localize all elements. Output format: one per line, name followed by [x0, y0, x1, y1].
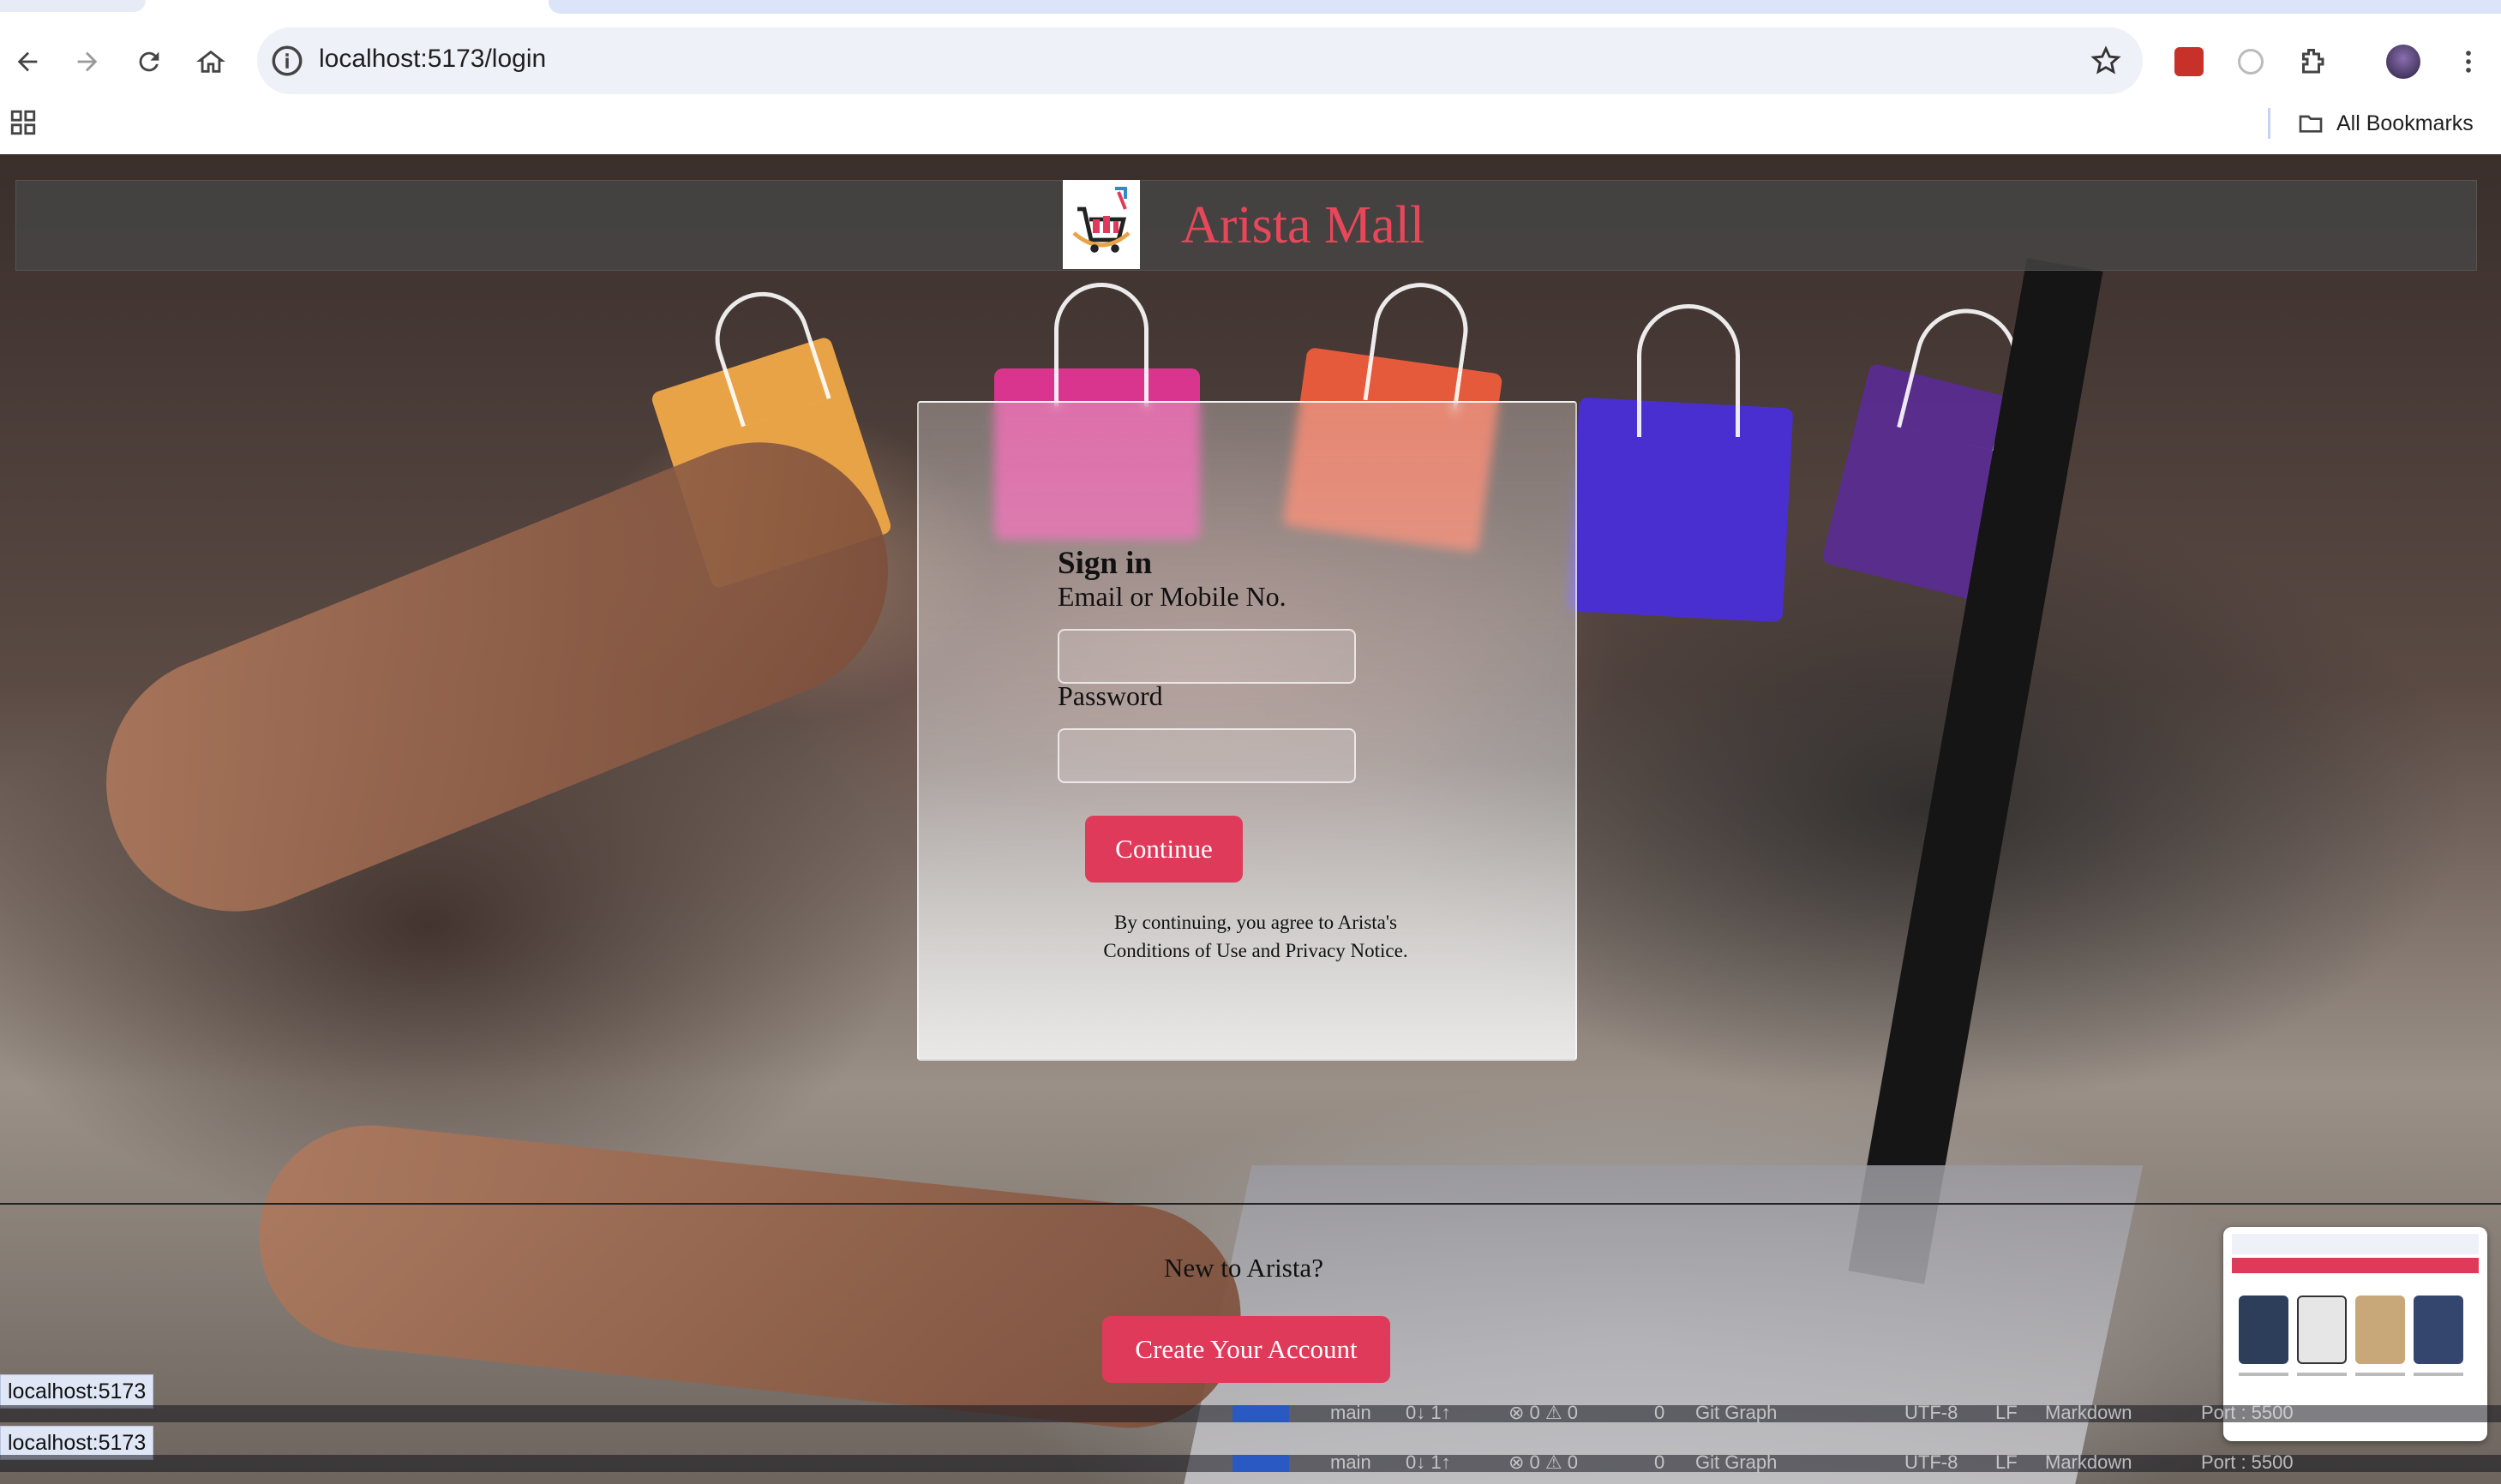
folder-icon	[2299, 115, 2323, 133]
terms-notice: By continuing, you agree to Arista's Con…	[1005, 908, 1507, 965]
all-bookmarks-button[interactable]: All Bookmarks	[2297, 110, 2474, 137]
git-graph-label[interactable]: Git Graph	[1695, 1451, 1777, 1474]
site-info-icon[interactable]	[269, 43, 305, 79]
branch-label[interactable]: main	[1330, 1402, 1371, 1424]
thumb-sweater	[2414, 1296, 2463, 1364]
login-page: Arista Mall Sign in Email or Mobile No. …	[0, 154, 2501, 1484]
eol-label[interactable]: LF	[1995, 1451, 2018, 1474]
sync-status[interactable]: 0↓ 1↑	[1406, 1402, 1451, 1424]
home-icon	[196, 50, 225, 73]
thumb-backpack	[2239, 1296, 2288, 1364]
browser-toolbar: localhost:5173/login	[0, 15, 2501, 108]
password-label: Password	[1058, 680, 1163, 711]
email-field[interactable]	[1058, 629, 1356, 684]
forward-button[interactable]	[63, 38, 111, 86]
password-field[interactable]	[1058, 728, 1356, 783]
git-graph-label[interactable]: Git Graph	[1695, 1402, 1777, 1424]
bag-handle-graphic	[1637, 304, 1740, 437]
thumb-tee	[2297, 1296, 2347, 1364]
address-bar[interactable]: localhost:5173/login	[257, 27, 2143, 94]
language-label[interactable]: Markdown	[2045, 1402, 2132, 1424]
bag-handle-graphic	[1363, 277, 1474, 413]
ports-count[interactable]: 0	[1654, 1402, 1664, 1424]
active-tab[interactable]	[0, 0, 146, 12]
remote-indicator[interactable]	[1233, 1455, 1289, 1472]
terms-line-2: Conditions of Use and Privacy Notice.	[1103, 940, 1408, 961]
signin-card: Sign in Email or Mobile No. Password Con…	[917, 401, 1577, 1061]
arrow-left-icon	[17, 51, 38, 72]
bookmark-star-icon[interactable]	[2090, 45, 2122, 77]
extensions-puzzle-icon[interactable]	[2288, 38, 2336, 86]
url-text[interactable]: localhost:5173/login	[319, 45, 546, 74]
tab-strip	[0, 0, 2501, 15]
status-url-tooltip: localhost:5173	[0, 1374, 154, 1409]
arrow-right-icon	[77, 51, 98, 72]
terms-line-1: By continuing, you agree to Arista's	[1114, 912, 1397, 933]
create-account-button[interactable]: Create Your Account	[1102, 1316, 1390, 1383]
new-to-arista-text: New to Arista?	[1164, 1253, 1323, 1283]
hand-graphic	[67, 404, 927, 950]
signin-title: Sign in	[1058, 546, 1153, 581]
problems-status[interactable]: ⊗ 0 ⚠ 0	[1508, 1402, 1578, 1424]
inactive-tab-area[interactable]	[549, 0, 2501, 14]
profile-avatar[interactable]	[2379, 38, 2427, 86]
brand-name[interactable]: Arista Mall	[1181, 195, 1424, 256]
branch-label[interactable]: main	[1330, 1451, 1371, 1474]
language-label[interactable]: Markdown	[2045, 1451, 2132, 1474]
bag-handle-graphic	[1054, 283, 1149, 407]
problems-status[interactable]: ⊗ 0 ⚠ 0	[1508, 1451, 1578, 1474]
sync-status[interactable]: 0↓ 1↑	[1406, 1451, 1451, 1474]
ports-count[interactable]: 0	[1654, 1451, 1664, 1474]
home-button[interactable]	[187, 38, 235, 86]
all-bookmarks-label: All Bookmarks	[2336, 111, 2474, 135]
vscode-status-bar: main 0↓ 1↑ ⊗ 0 ⚠ 0 0 Git Graph UTF-8 LF …	[0, 1402, 2501, 1424]
bookmarks-bar: All Bookmarks	[0, 108, 2501, 154]
section-divider	[0, 1203, 2501, 1205]
thumb-jacket	[2355, 1296, 2405, 1364]
reload-icon	[139, 51, 159, 72]
email-label: Email or Mobile No.	[1058, 581, 1286, 612]
typing-hands-graphic	[248, 1114, 1252, 1439]
extension-circle-icon[interactable]	[2227, 38, 2275, 86]
cart-logo-icon[interactable]	[1063, 180, 1140, 269]
vscode-status-bar-duplicate: main 0↓ 1↑ ⊗ 0 ⚠ 0 0 Git Graph UTF-8 LF …	[0, 1451, 2501, 1473]
continue-button[interactable]: Continue	[1085, 816, 1243, 883]
back-button[interactable]	[3, 38, 51, 86]
reload-button[interactable]	[125, 38, 173, 86]
extension-red-icon[interactable]	[2165, 38, 2213, 86]
encoding-label[interactable]: UTF-8	[1904, 1402, 1958, 1424]
encoding-label[interactable]: UTF-8	[1904, 1451, 1958, 1474]
menu-kebab-icon[interactable]	[2444, 38, 2492, 86]
port-label[interactable]: Port : 5500	[2201, 1451, 2294, 1474]
remote-indicator[interactable]	[1233, 1405, 1289, 1422]
bookmarks-divider	[2268, 108, 2270, 139]
port-label[interactable]: Port : 5500	[2201, 1402, 2294, 1424]
apps-grid-icon[interactable]	[9, 108, 38, 137]
eol-label[interactable]: LF	[1995, 1402, 2018, 1424]
